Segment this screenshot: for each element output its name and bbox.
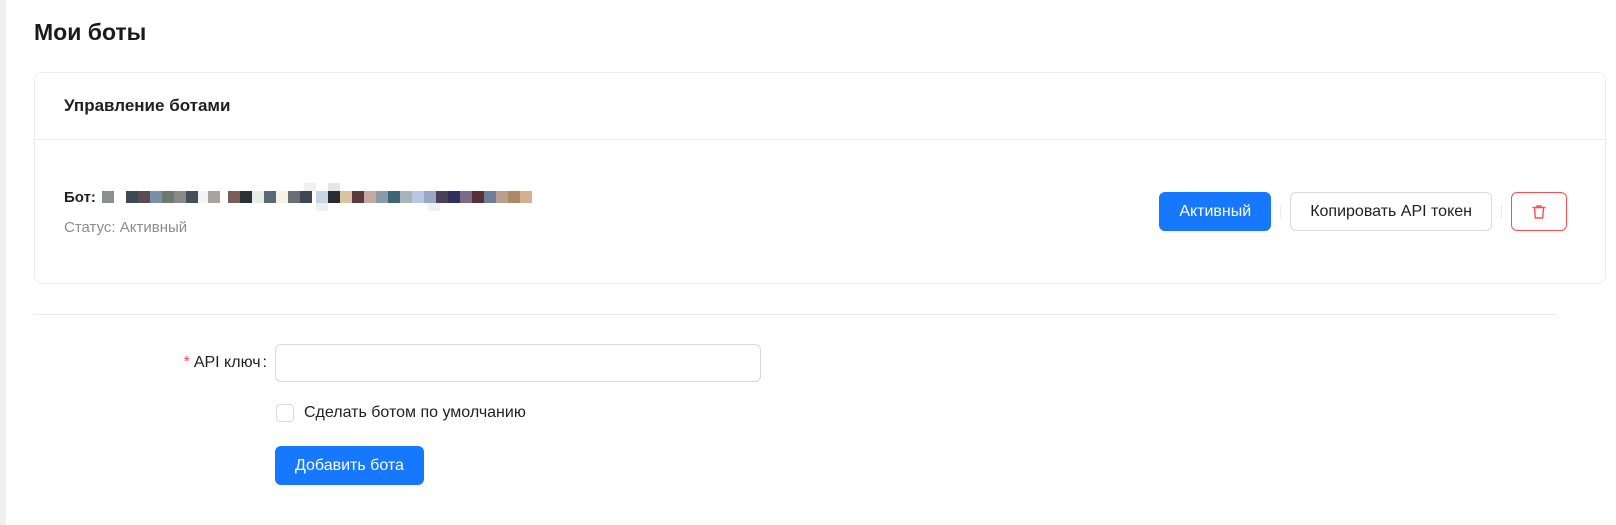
active-button[interactable]: Активный <box>1159 192 1272 231</box>
bots-card: Управление ботами Бот: Статус: Активный … <box>34 72 1606 284</box>
page-title: Мои боты <box>34 19 147 45</box>
bot-status: Статус: Активный <box>64 219 188 236</box>
label-colon: : <box>262 354 267 371</box>
trash-icon <box>1532 204 1546 219</box>
api-key-label: * API ключ: <box>184 354 267 372</box>
bot-label: Бот: <box>64 188 96 206</box>
action-separator <box>1280 204 1282 219</box>
default-bot-checkbox[interactable] <box>276 404 294 422</box>
required-mark: * <box>183 354 190 371</box>
action-separator <box>1501 204 1502 219</box>
delete-bot-button[interactable] <box>1511 192 1567 231</box>
copy-api-token-button[interactable]: Копировать API токен <box>1290 192 1492 231</box>
default-bot-checkbox-label[interactable]: Сделать ботом по умолчанию <box>304 404 526 422</box>
left-edge <box>0 0 6 525</box>
api-key-input[interactable] <box>275 344 761 382</box>
api-key-label-text: API ключ <box>193 354 261 371</box>
card-header: Управление ботами <box>35 73 1605 140</box>
bot-name-row: Бот: <box>64 183 542 211</box>
card-title: Управление ботами <box>64 96 231 115</box>
add-bot-button[interactable]: Добавить бота <box>275 446 424 485</box>
redacted-bot-name <box>101 183 532 211</box>
section-divider <box>34 314 1556 315</box>
default-bot-checkbox-row[interactable]: Сделать ботом по умолчанию <box>276 404 526 422</box>
bot-actions: Активный Копировать API токен <box>1159 192 1567 231</box>
